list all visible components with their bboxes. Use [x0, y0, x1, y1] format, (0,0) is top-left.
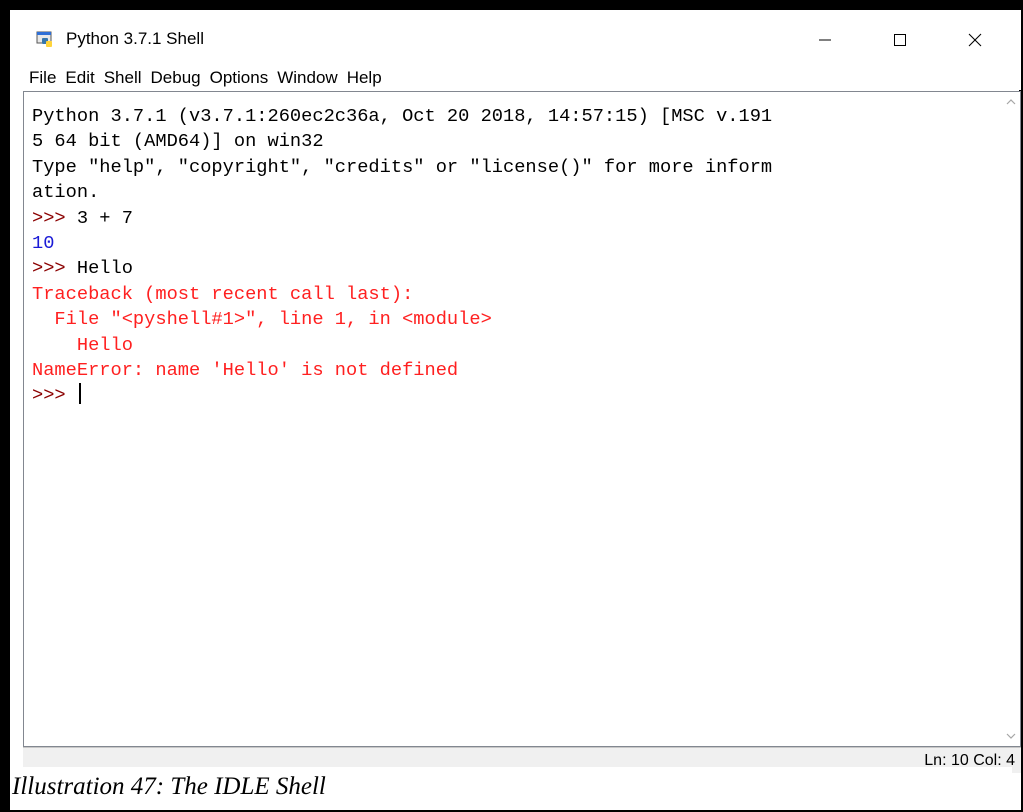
shell-line: >>> Hello [32, 256, 987, 281]
menu-options[interactable]: Options [206, 67, 273, 89]
scroll-down-arrow-icon[interactable] [1004, 729, 1018, 743]
maximize-button[interactable] [870, 18, 930, 62]
close-button[interactable] [945, 18, 1005, 62]
shell-line: 10 [32, 231, 987, 256]
shell-error-text: NameError: name 'Hello' is not defined [32, 358, 459, 381]
shell-line: >>> 3 + 7 [32, 206, 987, 231]
shell-line: Traceback (most recent call last): [32, 282, 987, 307]
shell-line: ation. [32, 180, 987, 205]
menu-bar: File Edit Shell Debug Options Window Hel… [10, 65, 1021, 90]
menu-edit[interactable]: Edit [61, 67, 98, 89]
figure-caption: Illustration 47: The IDLE Shell [10, 767, 1012, 810]
window-title: Python 3.7.1 Shell [66, 29, 204, 48]
shell-error-text: Hello [32, 333, 133, 356]
scroll-up-arrow-icon[interactable] [1004, 95, 1018, 109]
menu-help[interactable]: Help [343, 67, 386, 89]
shell-editor[interactable]: Python 3.7.1 (v3.7.1:260ec2c36a, Oct 20 … [23, 91, 1021, 747]
close-icon [968, 33, 982, 47]
shell-text-area[interactable]: Python 3.7.1 (v3.7.1:260ec2c36a, Oct 20 … [32, 104, 987, 744]
shell-line: NameError: name 'Hello' is not defined [32, 358, 987, 383]
shell-line: >>> [32, 383, 987, 408]
minimize-button[interactable] [795, 18, 855, 62]
shell-line: Python 3.7.1 (v3.7.1:260ec2c36a, Oct 20 … [32, 104, 987, 129]
shell-prompt: >>> [32, 384, 66, 407]
shell-input-text [66, 384, 77, 406]
shell-line: Type "help", "copyright", "credits" or "… [32, 155, 987, 180]
shell-banner-text: Python 3.7.1 (v3.7.1:260ec2c36a, Oct 20 … [32, 105, 773, 127]
shell-banner-text: 5 64 bit (AMD64)] on win32 [32, 130, 324, 153]
minimize-icon [819, 39, 831, 41]
shell-prompt: >>> [32, 206, 66, 229]
shell-input-text: Hello [65, 257, 133, 280]
vertical-scrollbar[interactable] [1002, 92, 1020, 746]
menu-shell[interactable]: Shell [100, 67, 146, 89]
shell-output-text: 10 [32, 231, 55, 254]
shell-line: Hello [32, 333, 987, 358]
text-cursor [78, 383, 81, 405]
shell-line: File "<pyshell#1>", line 1, in <module> [32, 307, 987, 332]
menu-debug[interactable]: Debug [147, 67, 205, 89]
shell-banner-text: Type "help", "copyright", "credits" or "… [32, 155, 773, 178]
shell-input-text: 3 + 7 [65, 206, 133, 229]
idle-shell-window: Python 3.7.1 Shell File Edit Shell Debug… [10, 10, 1021, 773]
maximize-icon [894, 34, 906, 46]
menu-file[interactable]: File [25, 67, 60, 89]
shell-prompt: >>> [32, 257, 66, 280]
shell-error-text: Traceback (most recent call last): [32, 282, 414, 305]
menu-window[interactable]: Window [273, 67, 341, 89]
shell-banner-text: ation. [32, 181, 100, 204]
title-bar[interactable]: Python 3.7.1 Shell [10, 10, 1021, 65]
shell-error-text: File "<pyshell#1>", line 1, in <module> [32, 308, 492, 331]
python-idle-icon [36, 31, 52, 47]
shell-line: 5 64 bit (AMD64)] on win32 [32, 129, 987, 154]
